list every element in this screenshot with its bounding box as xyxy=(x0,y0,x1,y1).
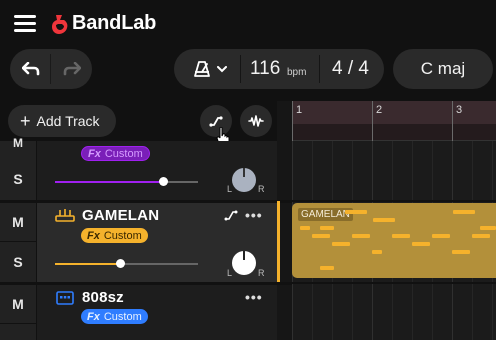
fx-preset-badge[interactable]: Fx Custom xyxy=(81,228,148,243)
midi-note xyxy=(453,210,475,214)
undo-icon xyxy=(21,62,39,76)
bar-number: 3 xyxy=(456,104,463,116)
fx-label: Fx xyxy=(88,147,101,160)
volume-thumb[interactable] xyxy=(116,259,125,268)
undo-button[interactable] xyxy=(10,49,51,89)
midi-note xyxy=(480,226,496,230)
more-options-button[interactable]: ••• xyxy=(245,207,263,223)
pan-left-label: L xyxy=(227,184,233,194)
track-name[interactable]: 808sz xyxy=(82,289,124,306)
fx-preset-name: Custom xyxy=(103,229,142,242)
mute-button[interactable]: M xyxy=(0,288,36,320)
bandlab-logo-icon xyxy=(51,13,69,35)
bar-number: 1 xyxy=(296,104,303,116)
mute-button[interactable]: M xyxy=(0,134,36,152)
timeline-ruler[interactable] xyxy=(292,101,496,124)
waveform-icon xyxy=(248,115,264,127)
midi-note xyxy=(392,234,410,238)
solo-button[interactable]: S xyxy=(0,164,36,194)
pan-left-label: L xyxy=(227,268,233,278)
midi-note xyxy=(432,234,450,238)
midi-note xyxy=(372,250,382,254)
pan-right-label: R xyxy=(258,184,265,194)
midi-note xyxy=(300,226,310,230)
automation-icon[interactable] xyxy=(224,208,238,221)
midi-note xyxy=(412,242,430,246)
more-options-button[interactable]: ••• xyxy=(245,289,263,305)
fx-preset-badge[interactable]: Fx Custom xyxy=(81,309,148,324)
divider xyxy=(0,241,36,242)
row-separator xyxy=(292,200,496,202)
midi-note xyxy=(332,242,350,246)
divider xyxy=(240,55,241,83)
divider xyxy=(319,55,320,83)
chevron-down-icon xyxy=(217,65,227,72)
add-track-label: Add Track xyxy=(36,113,100,129)
pan-right-label: R xyxy=(258,268,265,278)
automation-icon xyxy=(209,116,223,127)
metronome-button[interactable] xyxy=(180,49,240,89)
volume-fill xyxy=(55,181,164,183)
track-name[interactable]: GAMELAN xyxy=(82,207,159,224)
app-title: BandLab xyxy=(72,12,157,34)
midi-note xyxy=(352,234,370,238)
knob-indicator xyxy=(243,168,245,177)
volume-fill xyxy=(55,263,121,265)
tempo-unit: bpm xyxy=(287,67,307,78)
selected-track-indicator xyxy=(277,201,280,282)
midi-note xyxy=(320,226,334,230)
bar-number: 2 xyxy=(376,104,383,116)
midi-note xyxy=(472,234,490,238)
solo-button[interactable]: S xyxy=(0,246,36,278)
midi-note xyxy=(312,234,330,238)
midi-note xyxy=(452,250,470,254)
volume-thumb[interactable] xyxy=(159,177,168,186)
redo-icon xyxy=(63,62,81,76)
ruler-tick xyxy=(292,101,293,141)
midi-note xyxy=(373,218,395,222)
gamelan-instrument-icon xyxy=(55,207,75,223)
tempo-value[interactable]: 116 xyxy=(250,58,280,80)
key-button[interactable]: C maj xyxy=(393,49,493,89)
metronome-icon xyxy=(194,61,210,77)
ruler-tick xyxy=(452,101,453,141)
mute-button[interactable]: M xyxy=(0,206,36,238)
divider xyxy=(0,323,36,324)
row-separator xyxy=(292,282,496,284)
fx-preset-name: Custom xyxy=(104,147,143,160)
fx-label: Fx xyxy=(87,229,100,242)
menu-icon[interactable] xyxy=(14,15,38,33)
time-signature[interactable]: 4 / 4 xyxy=(332,58,369,80)
add-track-button[interactable]: + Add Track xyxy=(8,105,116,137)
fx-preset-name: Custom xyxy=(103,310,142,323)
plus-icon: + xyxy=(20,111,31,131)
midi-note xyxy=(345,210,367,214)
knob-indicator xyxy=(243,251,245,260)
drum-machine-icon xyxy=(56,291,74,305)
fx-label: Fx xyxy=(87,310,100,323)
redo-button[interactable] xyxy=(51,49,92,89)
loop-region-strip[interactable] xyxy=(292,124,496,141)
fx-preset-badge[interactable]: Fx Custom xyxy=(81,146,150,161)
ruler-tick xyxy=(372,101,373,141)
waveform-button[interactable] xyxy=(240,105,272,137)
midi-note xyxy=(320,266,334,270)
